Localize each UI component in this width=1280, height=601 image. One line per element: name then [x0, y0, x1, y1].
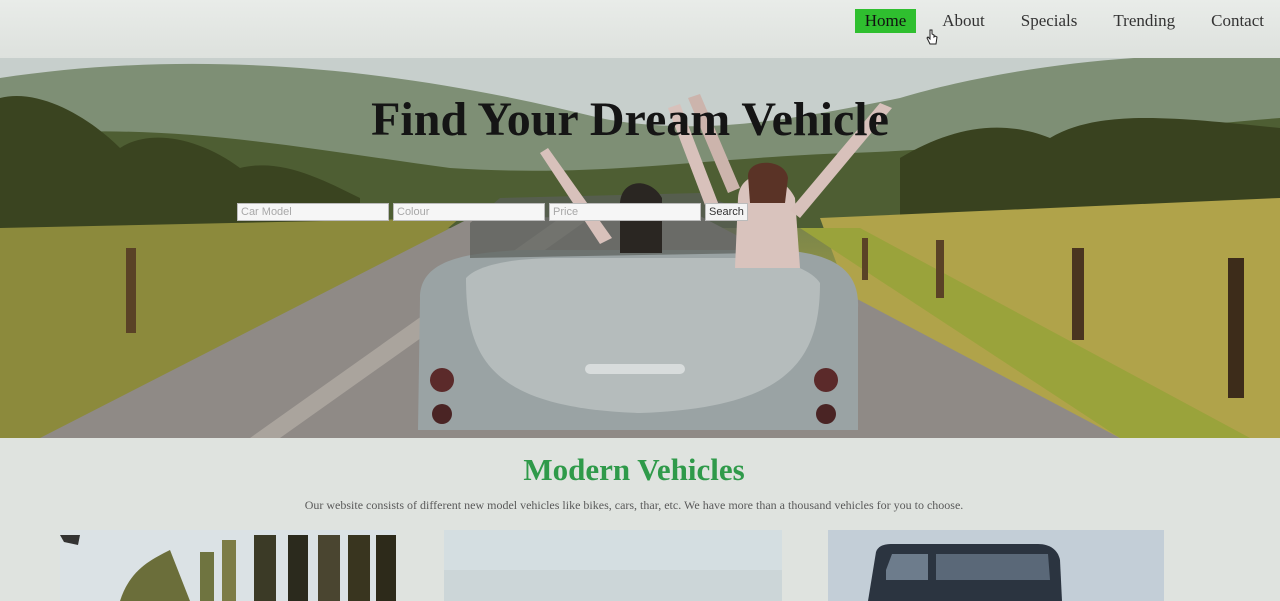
- search-button[interactable]: Search: [705, 203, 748, 221]
- vehicle-card-image-3[interactable]: [828, 530, 1164, 601]
- vehicle-search-form: Search: [237, 203, 748, 221]
- main-nav: Home About Specials Trending Contact: [839, 9, 1274, 33]
- nav-home[interactable]: Home: [854, 9, 917, 33]
- price-input[interactable]: [549, 203, 701, 221]
- top-nav-bar: Home About Specials Trending Contact: [0, 0, 1280, 58]
- nav-specials[interactable]: Specials: [1011, 9, 1088, 33]
- colour-input[interactable]: [393, 203, 545, 221]
- jeep-image: [828, 530, 1164, 601]
- section-description: Our website consists of different new mo…: [304, 498, 964, 512]
- section-title: Modern Vehicles: [523, 452, 745, 487]
- cypress-trees-image: [60, 530, 396, 601]
- hero-title: Find Your Dream Vehicle: [371, 93, 889, 147]
- hand-cursor-icon: [926, 29, 938, 45]
- sky-image: [444, 530, 782, 601]
- car-model-input[interactable]: [237, 203, 389, 221]
- nav-about[interactable]: About: [932, 9, 995, 33]
- hero-banner: Find Your Dream Vehicle Search: [0, 58, 1280, 438]
- nav-trending[interactable]: Trending: [1103, 9, 1185, 33]
- nav-contact[interactable]: Contact: [1201, 9, 1274, 33]
- vehicle-card-image-1[interactable]: [60, 530, 396, 601]
- vehicle-card-image-2[interactable]: [444, 530, 782, 601]
